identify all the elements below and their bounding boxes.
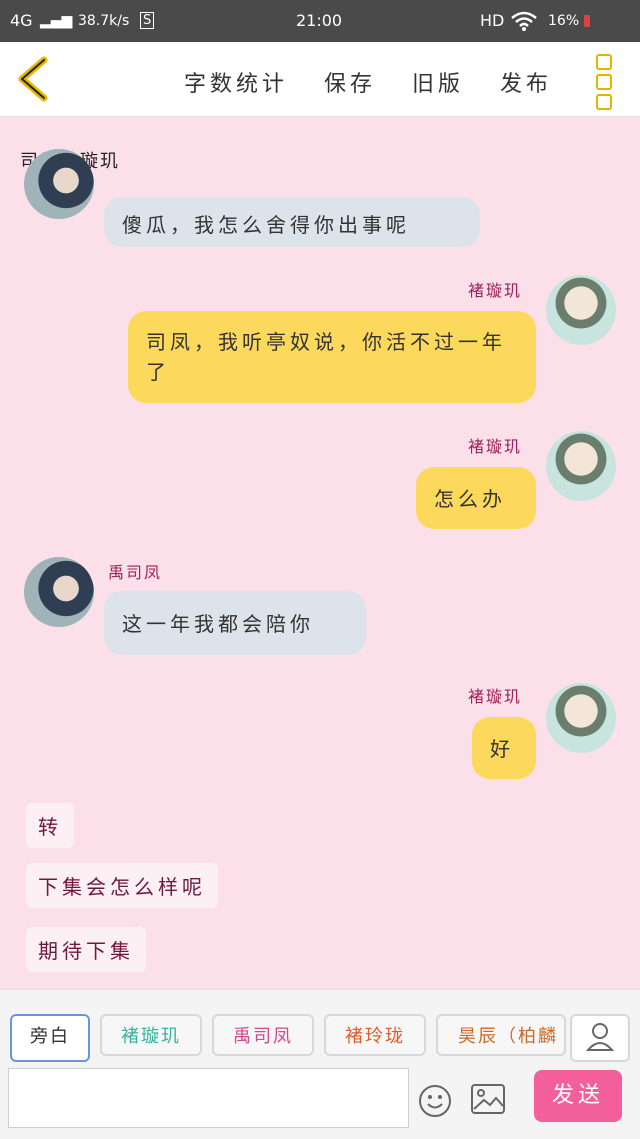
message-bubble[interactable]: 这一年我都会陪你 [104,591,366,655]
clock: 21:00 [296,11,343,30]
chat-area[interactable]: 司凤救璇玑 傻瓜，我怎么舍得你出事呢 褚璇玑 司凤，我听亭奴说，你活不过一年了 … [0,117,640,989]
message-bubble[interactable]: 好 [472,717,536,779]
role-tab-chu-xuanji[interactable]: 褚璇玑 [100,1014,202,1056]
publish-button[interactable]: 发布 [500,66,552,98]
speaker-name: 禹司凤 [108,563,163,582]
word-count-button[interactable]: 字数统计 [184,66,288,98]
signal-icon: ▂▄▆ [40,13,73,29]
message-bubble[interactable]: 傻瓜，我怎么舍得你出事呢 [104,197,480,247]
message-bubble[interactable]: 司凤，我听亭奴说，你活不过一年了 [128,311,536,403]
emoji-button[interactable] [418,1084,452,1118]
more-menu-icon[interactable] [596,54,618,110]
image-icon [471,1084,505,1114]
role-tab-narrator[interactable]: 旁白 [10,1014,90,1062]
avatar-yu-sifeng[interactable] [24,557,94,627]
hd-indicator: HD [480,11,505,30]
speaker-name: 褚璇玑 [468,281,523,300]
role-tab-haochen[interactable]: 昊辰（柏麟 [436,1014,566,1056]
battery-level: 16% [548,13,580,29]
message-input[interactable] [8,1068,409,1128]
role-tab-yu-sifeng[interactable]: 禹司凤 [212,1014,314,1056]
composer-panel: 旁白 褚璇玑 禹司凤 褚玲珑 昊辰（柏麟 发送 [0,989,640,1139]
speaker-name: 褚璇玑 [468,687,523,706]
wifi-icon [510,11,538,35]
battery-icon [584,15,590,27]
speaker-name: 褚璇玑 [468,437,523,456]
avatar-chu-xuanji[interactable] [546,683,616,753]
save-button[interactable]: 保存 [324,66,376,98]
send-button[interactable]: 发送 [534,1070,622,1122]
manage-roles-button[interactable] [570,1014,630,1062]
message-bubble[interactable]: 怎么办 [416,467,536,529]
sim-icon: S [140,12,155,29]
top-toolbar: 字数统计 保存 旧版 发布 [0,42,640,117]
narration-line[interactable]: 下集会怎么样呢 [26,863,218,908]
back-arrow-icon [18,56,48,102]
back-button[interactable] [14,56,54,102]
avatar-chu-xuanji[interactable] [546,275,616,345]
old-version-button[interactable]: 旧版 [412,66,464,98]
user-icon [585,1023,615,1051]
narration-line[interactable]: 转 [26,803,74,848]
narration-line[interactable]: 期待下集 [26,927,146,972]
net-speed: 38.7k/s [78,13,130,29]
avatar-yu-sifeng[interactable] [24,149,94,219]
image-button[interactable] [470,1082,506,1116]
network-type: 4G [10,11,33,30]
status-bar: 4G ▂▄▆ 38.7k/s S 21:00 HD 16% [0,0,640,42]
smiley-icon [419,1085,451,1117]
role-tab-chu-linglong[interactable]: 褚玲珑 [324,1014,426,1056]
avatar-chu-xuanji[interactable] [546,431,616,501]
